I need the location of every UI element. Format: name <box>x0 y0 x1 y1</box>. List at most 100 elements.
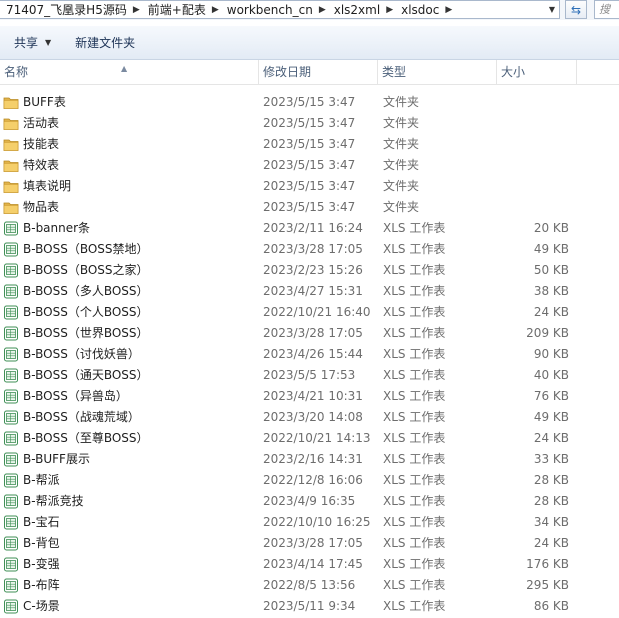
chevron-right-icon[interactable]: ▶ <box>319 5 326 15</box>
file-date: 2023/5/15 3:47 <box>263 200 356 214</box>
new-folder-label: 新建文件夹 <box>75 36 136 50</box>
excel-file-icon <box>3 578 19 593</box>
table-row[interactable]: B-BUFF展示 2023/2/16 14:31 XLS 工作表 33 KB <box>0 449 619 470</box>
file-type: XLS 工作表 <box>383 284 446 298</box>
file-size: 33 KB <box>533 452 569 466</box>
excel-file-icon <box>3 494 19 509</box>
excel-file-icon <box>3 347 19 362</box>
table-row[interactable]: 活动表 2023/5/15 3:47 文件夹 <box>0 113 619 134</box>
file-name: B-BOSS（通天BOSS） <box>23 368 149 382</box>
file-date: 2023/5/5 17:53 <box>263 368 356 382</box>
breadcrumb-item[interactable]: 前端+配表 ▶ <box>142 1 221 18</box>
file-name: 活动表 <box>23 116 60 130</box>
file-type: 文件夹 <box>383 158 420 172</box>
chevron-right-icon[interactable]: ▶ <box>133 5 140 15</box>
table-row[interactable]: B-BOSS（BOSS禁地） 2023/3/28 17:05 XLS 工作表 49 K… <box>0 239 619 260</box>
table-row[interactable]: B-BOSS（多人BOSS） 2023/4/27 15:31 XLS 工作表 38 K… <box>0 281 619 302</box>
file-type: XLS 工作表 <box>383 473 446 487</box>
file-date: 2023/3/28 17:05 <box>263 242 363 256</box>
file-date: 2023/4/27 15:31 <box>263 284 363 298</box>
breadcrumb-label: xls2xml <box>333 2 381 17</box>
column-name[interactable]: 名称 ▲ <box>0 60 257 84</box>
file-size: 49 KB <box>533 242 569 256</box>
file-date: 2023/4/21 10:31 <box>263 389 363 403</box>
file-name: B-帮派 <box>23 473 60 487</box>
excel-file-icon <box>3 263 19 278</box>
table-row[interactable]: B-布阵 2022/8/5 13:56 XLS 工作表 295 KB <box>0 575 619 596</box>
breadcrumb-item[interactable]: xls2xml ▶ <box>328 1 395 18</box>
file-type: XLS 工作表 <box>383 452 446 466</box>
table-row[interactable]: B-banner条 2023/2/11 16:24 XLS 工作表 20 KB <box>0 218 619 239</box>
table-row[interactable]: B-BOSS（战魂荒域） 2023/3/20 14:08 XLS 工作表 49 KB <box>0 407 619 428</box>
excel-file-icon <box>3 284 19 299</box>
table-row[interactable]: 物品表 2023/5/15 3:47 文件夹 <box>0 197 619 218</box>
file-size: 49 KB <box>533 410 569 424</box>
search-input[interactable]: 搜 <box>594 0 619 19</box>
refresh-icon[interactable]: ⇆ <box>565 0 587 19</box>
file-name: B-帮派竞技 <box>23 494 84 508</box>
table-row[interactable]: B-BOSS（至尊BOSS） 2022/10/21 14:13 XLS 工作表 24 … <box>0 428 619 449</box>
table-row[interactable]: B-BOSS（通天BOSS） 2023/5/5 17:53 XLS 工作表 40 KB <box>0 365 619 386</box>
breadcrumb-label: 71407_飞凰录H5源码 <box>6 3 127 17</box>
excel-file-icon <box>3 368 19 383</box>
file-size <box>500 134 569 155</box>
file-date: 2022/10/21 16:40 <box>263 305 371 319</box>
folder-icon <box>3 179 19 194</box>
file-size <box>500 113 569 134</box>
breadcrumb-item[interactable]: workbench_cn ▶ <box>221 1 328 18</box>
address-breadcrumb[interactable]: 71407_飞凰录H5源码 ▶ 前端+配表 ▶ workbench_cn ▶ xls2xml… <box>0 0 560 19</box>
table-row[interactable]: B-宝石 2022/10/10 16:25 XLS 工作表 34 KB <box>0 512 619 533</box>
table-row[interactable]: B-变强 2023/4/14 17:45 XLS 工作表 176 KB <box>0 554 619 575</box>
file-date: 2023/5/15 3:47 <box>263 137 356 151</box>
file-size <box>500 176 569 197</box>
file-date: 2023/5/11 9:34 <box>263 599 356 613</box>
file-date: 2022/12/8 16:06 <box>263 473 363 487</box>
table-row[interactable]: B-帮派竞技 2023/4/9 16:35 XLS 工作表 28 KB <box>0 491 619 512</box>
table-row[interactable]: B-BOSS（异兽岛） 2023/4/21 10:31 XLS 工作表 76 KB <box>0 386 619 407</box>
table-row[interactable]: B-背包 2023/3/28 17:05 XLS 工作表 24 KB <box>0 533 619 554</box>
sort-ascending-icon: ▲ <box>121 64 128 73</box>
table-row[interactable]: B-帮派 2022/12/8 16:06 XLS 工作表 28 KB <box>0 470 619 491</box>
excel-file-icon <box>3 410 19 425</box>
column-date[interactable]: 修改日期 <box>258 60 376 84</box>
file-name: B-BUFF展示 <box>23 452 90 466</box>
file-size: 28 KB <box>533 494 569 508</box>
file-name: B-BOSS（至尊BOSS） <box>23 431 149 445</box>
share-button[interactable]: 共享 ▼ <box>0 26 61 59</box>
table-row[interactable]: 填表说明 2023/5/15 3:47 文件夹 <box>0 176 619 197</box>
table-row[interactable]: BUFF表 2023/5/15 3:47 文件夹 <box>0 92 619 113</box>
column-size[interactable]: 大小 <box>496 60 576 84</box>
new-folder-button[interactable]: 新建文件夹 <box>61 26 145 59</box>
file-size: 40 KB <box>533 368 569 382</box>
column-header: 名称 ▲ 修改日期 类型 大小 <box>0 60 619 85</box>
table-row[interactable]: B-BOSS（BOSS之家） 2023/2/23 15:26 XLS 工作表 50 K… <box>0 260 619 281</box>
file-type: 文件夹 <box>383 179 420 193</box>
chevron-right-icon[interactable]: ▶ <box>212 5 219 15</box>
file-type: XLS 工作表 <box>383 431 446 445</box>
breadcrumb-item[interactable]: 71407_飞凰录H5源码 ▶ <box>0 1 142 18</box>
chevron-right-icon[interactable]: ▶ <box>445 5 452 15</box>
file-date: 2023/5/15 3:47 <box>263 179 356 193</box>
table-row[interactable]: C-场景 2023/5/11 9:34 XLS 工作表 86 KB <box>0 596 619 617</box>
file-date: 2023/2/23 15:26 <box>263 263 363 277</box>
file-size: 38 KB <box>533 284 569 298</box>
file-size: 34 KB <box>533 515 569 529</box>
excel-file-icon <box>3 473 19 488</box>
column-type[interactable]: 类型 <box>377 60 495 84</box>
table-row[interactable]: B-BOSS（世界BOSS） 2023/3/28 17:05 XLS 工作表 209 … <box>0 323 619 344</box>
file-name: B-banner条 <box>23 221 91 235</box>
file-size: 295 KB <box>526 578 569 592</box>
chevron-right-icon[interactable]: ▶ <box>386 5 393 15</box>
table-row[interactable]: B-BOSS（讨伐妖兽） 2023/4/26 15:44 XLS 工作表 90 KB <box>0 344 619 365</box>
address-dropdown-icon[interactable]: ▼ <box>545 2 559 17</box>
breadcrumb-item[interactable]: xlsdoc ▶ <box>395 1 454 18</box>
table-row[interactable]: 特效表 2023/5/15 3:47 文件夹 <box>0 155 619 176</box>
file-date: 2022/8/5 13:56 <box>263 578 356 592</box>
file-date: 2023/5/15 3:47 <box>263 116 356 130</box>
file-size: 90 KB <box>533 347 569 361</box>
table-row[interactable]: B-BOSS（个人BOSS） 2022/10/21 16:40 XLS 工作表 24 … <box>0 302 619 323</box>
excel-file-icon <box>3 557 19 572</box>
excel-file-icon <box>3 221 19 236</box>
file-type: XLS 工作表 <box>383 389 446 403</box>
table-row[interactable]: 技能表 2023/5/15 3:47 文件夹 <box>0 134 619 155</box>
